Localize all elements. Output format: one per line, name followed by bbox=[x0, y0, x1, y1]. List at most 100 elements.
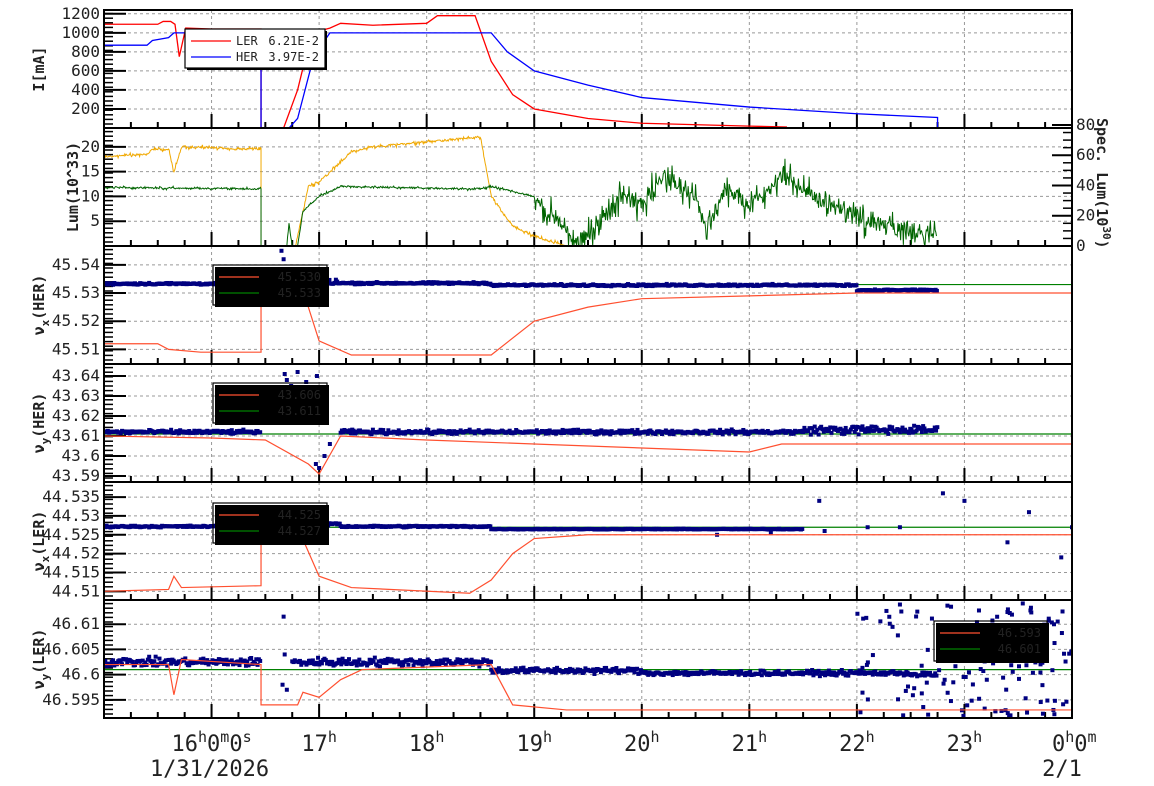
tune-dot bbox=[886, 431, 891, 436]
tune-dot bbox=[614, 665, 619, 670]
y-tick-label: 46.595 bbox=[42, 690, 100, 709]
legend-value: 44.525 bbox=[278, 508, 321, 522]
x-tick-label-part: 0 bbox=[229, 732, 242, 757]
tune-dot bbox=[965, 703, 970, 708]
y-axis-title-tail: (LER) bbox=[30, 511, 48, 556]
tune-dot bbox=[800, 526, 805, 531]
tune-dot bbox=[322, 454, 327, 458]
tune-dot bbox=[919, 663, 924, 668]
panel-1: 20040060080010001200 LER 6.21E-2 HER 3.97E-2… bbox=[30, 4, 1073, 129]
y-tick-label: 46.61 bbox=[52, 614, 100, 633]
tune-dot bbox=[924, 680, 929, 685]
tune-dot bbox=[1030, 670, 1035, 675]
tune-dot bbox=[1050, 668, 1055, 673]
x-tick-label-part: h bbox=[651, 728, 660, 746]
tune-dot bbox=[281, 614, 286, 619]
tune-dot bbox=[903, 688, 908, 693]
y-tick-label: 45.53 bbox=[52, 283, 100, 302]
tune-dot bbox=[919, 691, 924, 696]
y-tick-label: 43.59 bbox=[52, 466, 100, 485]
series-luminosity-orange bbox=[104, 135, 707, 246]
x-tick-label-part: h bbox=[198, 728, 207, 746]
y-tick-label: 1200 bbox=[61, 4, 100, 23]
tune-dot bbox=[1040, 683, 1045, 688]
tune-dot bbox=[846, 673, 851, 678]
panel-3: 45.51 45.52 45.53 45.54 45.530 45.533 νx(HER) bbox=[30, 245, 1073, 365]
tune-dot bbox=[1046, 616, 1051, 621]
x-tick-label-part: h bbox=[328, 728, 337, 746]
tune-dot bbox=[945, 603, 950, 608]
legend-value: 45.530 bbox=[278, 270, 321, 284]
panel-2: 5 10 15 20 0 20 40 60 80Spec. Lum(1030) Lum(10^33… bbox=[64, 115, 1113, 255]
tune-dot bbox=[1009, 663, 1014, 668]
y-axis-title: νy(LER) bbox=[30, 629, 52, 690]
y-tick-label: 43.62 bbox=[52, 406, 100, 425]
tune-dot bbox=[901, 713, 906, 718]
y-tick-label: 43.6 bbox=[61, 446, 100, 465]
x-tick-label: 21h bbox=[732, 728, 768, 757]
tune-dot bbox=[1063, 659, 1068, 664]
y-tick-label: 44.53 bbox=[52, 506, 100, 525]
tune-dot bbox=[513, 666, 518, 671]
tune-dot bbox=[1062, 651, 1067, 656]
y-tick-label: 45.51 bbox=[52, 339, 100, 358]
tune-dot bbox=[887, 621, 892, 626]
legend: LER 6.21E-2 HER 3.97E-2 bbox=[184, 28, 327, 70]
tune-dot bbox=[937, 668, 942, 673]
tune-dot bbox=[1052, 698, 1057, 703]
y-tick-label: 45.52 bbox=[52, 311, 100, 330]
y-tick-label: 43.63 bbox=[52, 386, 100, 405]
tune-dot bbox=[284, 378, 289, 382]
tune-dot bbox=[282, 372, 287, 376]
y-tick-label: 200 bbox=[71, 99, 100, 118]
x-tick-label-part: m bbox=[1088, 728, 1097, 746]
tune-dot bbox=[854, 283, 859, 288]
tune-dot bbox=[1005, 607, 1010, 612]
y2-tick-label: 60 bbox=[1076, 145, 1095, 164]
tune-dot bbox=[1038, 700, 1043, 705]
x-tick-label: 23h bbox=[947, 728, 983, 757]
legend: 43.606 43.611 bbox=[212, 382, 329, 425]
beam-monitor-chart: 20040060080010001200LER 6.21E-2HER 3.97E-2… bbox=[30, 4, 1113, 782]
tune-dot bbox=[915, 609, 920, 614]
tune-dot bbox=[1055, 619, 1060, 624]
y-axis-title: νy(HER) bbox=[30, 393, 52, 454]
tune-dot bbox=[905, 684, 910, 689]
tune-dot bbox=[281, 257, 286, 262]
tune-dot bbox=[984, 677, 989, 682]
tune-dot bbox=[1017, 664, 1022, 669]
y-tick-label: 600 bbox=[71, 61, 100, 80]
tune-dot bbox=[861, 670, 866, 675]
tune-dot bbox=[1064, 699, 1069, 704]
tune-dot bbox=[1020, 601, 1025, 606]
y-tick-label: 44.52 bbox=[52, 544, 100, 563]
x-date-label: 2/1 bbox=[1042, 757, 1082, 782]
tune-dot bbox=[910, 693, 915, 698]
tune-dot bbox=[1067, 651, 1072, 656]
tune-dot bbox=[1005, 540, 1010, 545]
tune-dot bbox=[856, 432, 861, 437]
y-axis-title-tail: (LER) bbox=[30, 629, 48, 674]
tune-dot bbox=[635, 427, 640, 432]
tune-dot bbox=[912, 423, 917, 428]
tune-dot bbox=[249, 656, 254, 661]
legend: 44.525 44.527 bbox=[212, 502, 329, 545]
tune-dot bbox=[878, 619, 883, 624]
legend-value: 46.593 bbox=[998, 626, 1041, 640]
legend-value: 45.533 bbox=[278, 286, 321, 300]
tune-dot bbox=[942, 677, 947, 682]
x-date-label: 1/31/2026 bbox=[150, 757, 269, 782]
tune-dot bbox=[1024, 663, 1029, 668]
tune-dot bbox=[921, 670, 926, 675]
tune-dot bbox=[921, 705, 926, 710]
tune-dot bbox=[865, 525, 870, 530]
tune-dot bbox=[977, 696, 982, 701]
legend: 46.593 46.601 bbox=[933, 620, 1049, 663]
tune-dot bbox=[976, 608, 981, 613]
tune-dot bbox=[1009, 612, 1014, 617]
tune-dot bbox=[372, 655, 377, 660]
legend-value: 3.97E-2 bbox=[268, 50, 319, 64]
x-tick-label-part: h bbox=[435, 728, 444, 746]
y-axis-title: Lum(10^33) bbox=[64, 142, 82, 232]
tune-dot bbox=[314, 374, 319, 378]
